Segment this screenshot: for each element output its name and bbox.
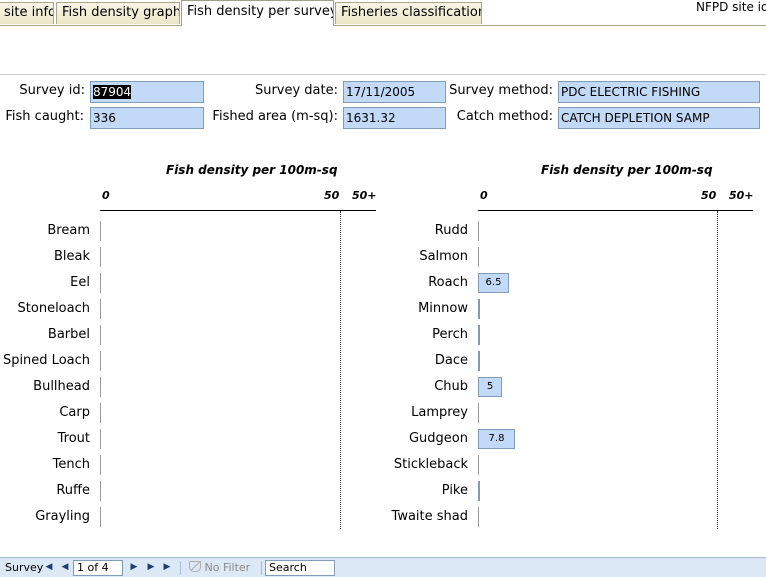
bar-baseline — [478, 403, 479, 423]
axis-tick-label: 0 — [102, 189, 110, 202]
fished-area-field[interactable]: 1631.32 — [343, 107, 446, 129]
tab-fisheries-classification[interactable]: Fisheries classification — [335, 2, 482, 24]
next-record-icon: ▶ — [130, 562, 138, 572]
density-bar: 5 — [478, 377, 502, 397]
catch-method-field[interactable]: CATCH DEPLETION SAMP — [558, 107, 760, 129]
density-bar — [478, 351, 480, 371]
previous-record-icon: ◀ — [61, 562, 69, 572]
survey-date-field[interactable]: 17/11/2005 — [343, 81, 446, 103]
axis-tick-label: 50 — [701, 189, 717, 202]
tab-fish-density-graph[interactable]: Fish density graph — [56, 2, 180, 24]
fish-label: Lamprey — [411, 405, 468, 420]
axis-line — [100, 210, 376, 211]
tab-site-info[interactable]: site info — [0, 2, 54, 24]
tab-divider — [334, 25, 766, 26]
first-record-icon: ◀ — [45, 562, 53, 572]
header-divider — [0, 74, 766, 75]
survey-id-field[interactable]: 87904 — [90, 81, 204, 103]
fish-label: Salmon — [419, 249, 468, 264]
search-input[interactable]: Search — [265, 560, 335, 576]
no-filter-button[interactable]: No Filter — [189, 560, 250, 576]
chart-title: Fish density per 100m-sq — [541, 163, 713, 177]
last-record-icon: ▶ — [147, 562, 155, 572]
fish-label: Dace — [434, 353, 468, 368]
density-bar: 6.5 — [478, 273, 509, 293]
tab-bar: site info Fish density graph Fish densit… — [0, 0, 766, 26]
previous-record-button[interactable]: ◀ — [59, 561, 71, 574]
catch-method-label: Catch method: — [456, 109, 553, 124]
record-navigation-bar: Survey ◀ ◀ 1 of 4 ▶ ▶ ▶ No Filter Search — [0, 557, 766, 577]
density-bar — [478, 325, 480, 345]
fish-label: Rudd — [434, 223, 468, 238]
density-bar — [478, 481, 480, 501]
new-record-icon: ▶ — [163, 562, 171, 572]
survey-id-label: Survey id: — [19, 83, 85, 98]
bar-baseline — [478, 507, 479, 527]
survey-method-field[interactable]: PDC ELECTRIC FISHING — [558, 81, 760, 103]
tab-divider — [0, 25, 181, 26]
density-bar: 7.8 — [478, 429, 515, 449]
new-record-button[interactable]: ▶ — [161, 561, 173, 574]
tab-fish-density-per-survey[interactable]: Fish density per survey — [181, 0, 334, 26]
first-record-button[interactable]: ◀ — [43, 561, 55, 574]
axis-tick-label: 50+ — [352, 189, 377, 202]
no-filter-label: No Filter — [204, 561, 251, 574]
fish-label: Twaite shad — [391, 509, 468, 524]
fish-caught-label: Fish caught: — [5, 109, 84, 124]
fish-label: Perch — [432, 327, 468, 342]
fish-label: Stickleback — [393, 457, 468, 472]
nav-separator — [261, 561, 262, 575]
funnel-icon — [189, 561, 201, 572]
axis-line — [478, 210, 753, 211]
survey-id-value: 87904 — [93, 85, 132, 99]
record-position-input[interactable]: 1 of 4 — [73, 560, 123, 576]
fish-label: Roach — [428, 275, 468, 290]
bar-baseline — [478, 455, 479, 475]
fish-label: Minnow — [418, 301, 468, 316]
axis-tick-label: 50 — [324, 189, 340, 202]
bar-baseline — [478, 247, 479, 267]
density-bar — [478, 299, 480, 319]
fish-label: Chub — [434, 379, 468, 394]
fish-caught-field[interactable]: 336 — [90, 107, 204, 129]
fish-label: Gudgeon — [408, 431, 468, 446]
chart-title: Fish density per 100m-sq — [166, 163, 338, 177]
record-label: Survey — [5, 561, 44, 574]
survey-method-label: Survey method: — [449, 83, 553, 98]
axis-tick-label: 50+ — [729, 189, 754, 202]
site-id-label: NFPD site id — [696, 0, 766, 14]
fifty-limit-line — [717, 211, 718, 529]
bar-baseline — [478, 221, 479, 241]
nav-separator — [180, 561, 181, 575]
fished-area-label: Fished area (m-sq): — [212, 109, 338, 124]
last-record-button[interactable]: ▶ — [145, 561, 157, 574]
axis-tick-label: 0 — [480, 189, 488, 202]
next-record-button[interactable]: ▶ — [128, 561, 140, 574]
fish-label: Pike — [441, 483, 468, 498]
survey-date-label: Survey date: — [254, 83, 338, 98]
